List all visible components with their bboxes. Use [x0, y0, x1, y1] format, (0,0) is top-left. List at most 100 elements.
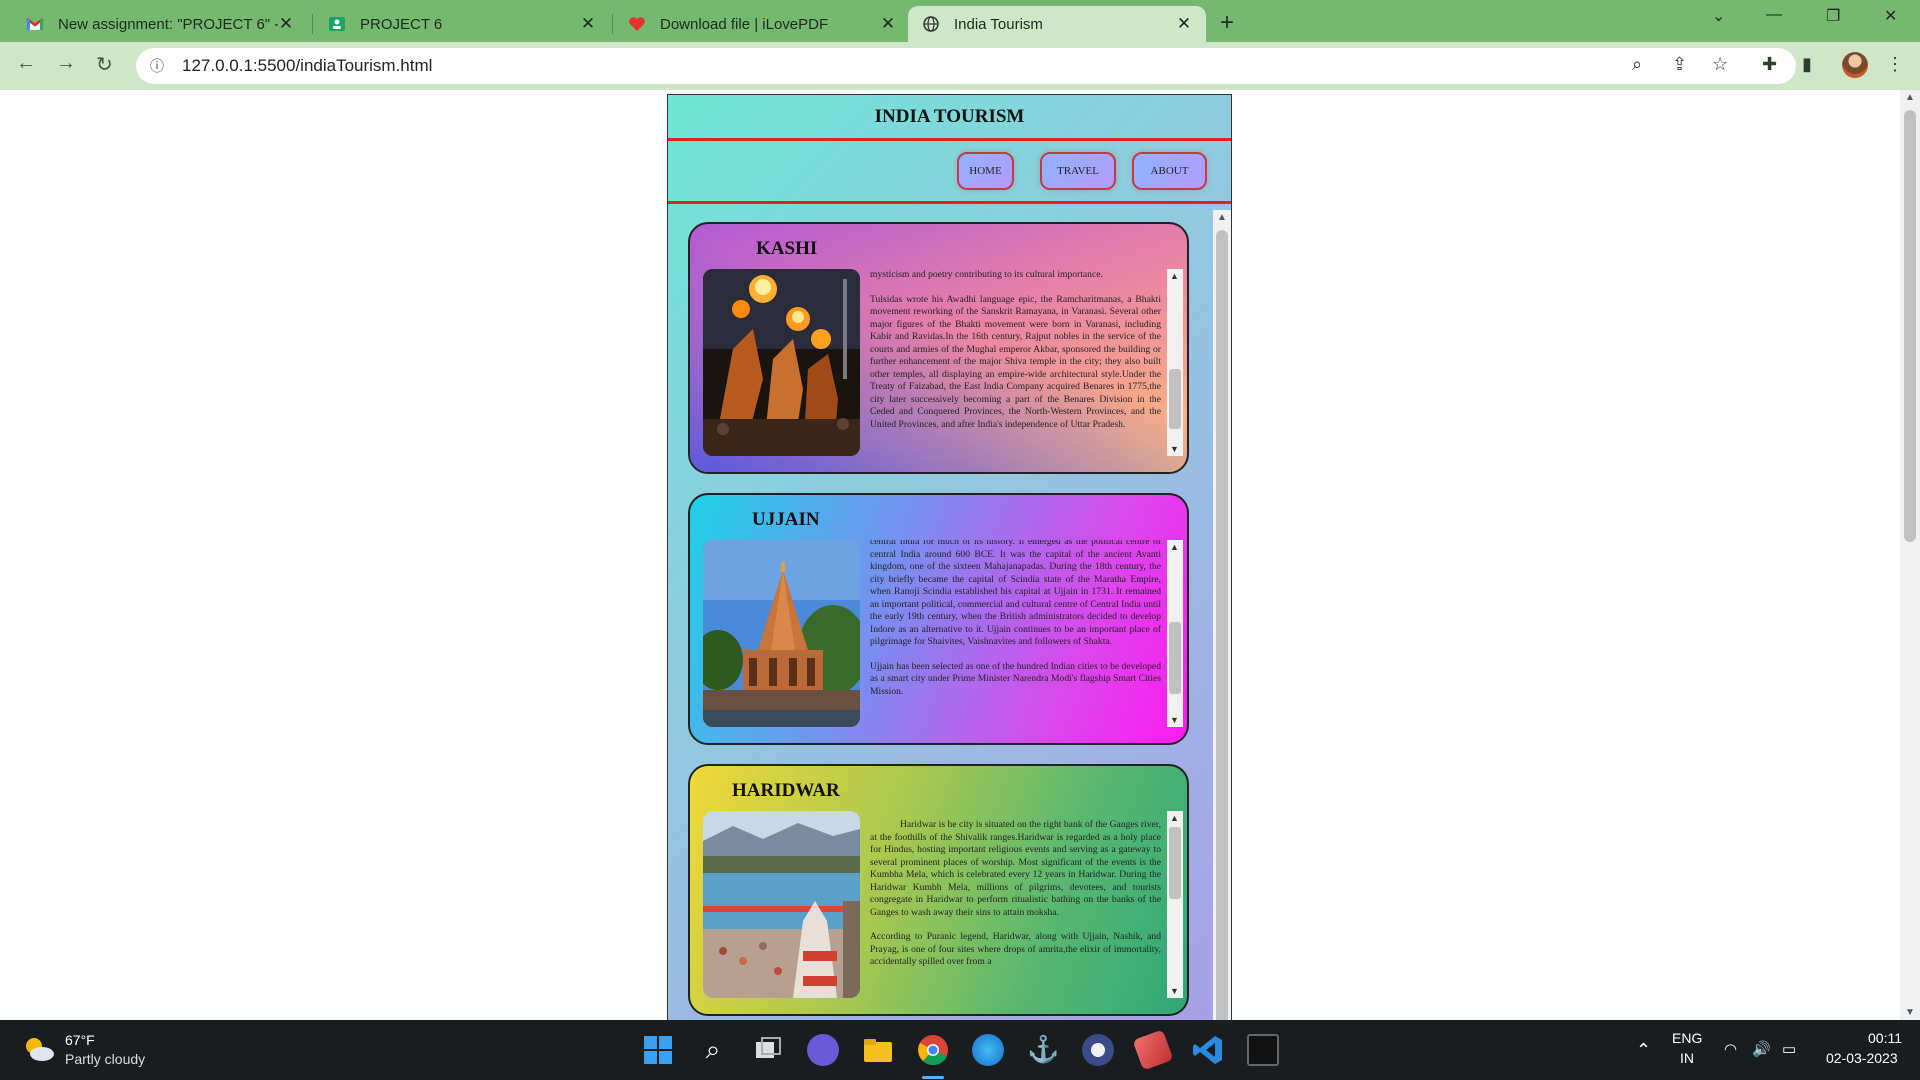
url-text[interactable]: 127.0.0.1:5500/indiaTourism.html	[182, 56, 432, 76]
nav-about-button[interactable]: ABOUT	[1132, 152, 1207, 190]
tab-gmail[interactable]: New assignment: "PROJECT 6" - I ✕	[12, 6, 308, 42]
eraser-app-icon[interactable]	[1132, 1029, 1174, 1071]
scrollbar-thumb[interactable]	[1904, 110, 1916, 542]
task-view-icon[interactable]	[752, 1034, 784, 1066]
scrollbar-thumb[interactable]	[1216, 230, 1228, 1033]
restore-icon[interactable]: ❐	[1826, 6, 1840, 26]
battery-icon[interactable]: ▭	[1782, 1040, 1796, 1058]
edge-icon[interactable]	[972, 1034, 1004, 1066]
minimize-icon[interactable]: —	[1766, 6, 1782, 24]
vscode-icon[interactable]	[1192, 1034, 1224, 1066]
scrollbar-thumb[interactable]	[1169, 827, 1181, 899]
nav-travel-button[interactable]: TRAVEL	[1040, 152, 1116, 190]
page-scrollbar[interactable]: ▲ ▼	[1900, 90, 1920, 1020]
tab-search-icon[interactable]: ⌄	[1712, 6, 1725, 26]
site-nav: HOME TRAVEL ABOUT	[668, 141, 1231, 204]
terminal-icon[interactable]	[1247, 1034, 1279, 1066]
tab-label: New assignment: "PROJECT 6" - I	[58, 15, 278, 33]
ujjain-photo	[703, 540, 860, 727]
close-icon[interactable]: ✕	[1176, 14, 1192, 34]
card-paragraph: Haridwar is he city is situated on the r…	[870, 819, 1161, 918]
close-icon[interactable]: ✕	[580, 14, 596, 34]
windows-start-icon[interactable]	[642, 1034, 674, 1066]
search-icon[interactable]: ⌕	[697, 1034, 729, 1066]
scroll-up-icon[interactable]: ▲	[1170, 813, 1179, 823]
tab-label: India Tourism	[954, 15, 1043, 33]
profile-avatar[interactable]	[1842, 52, 1868, 78]
card-paragraph: Ujjain has been selected as one of the h…	[870, 660, 1161, 697]
address-bar[interactable]: ⓘ 127.0.0.1:5500/indiaTourism.html	[136, 48, 1796, 84]
site-title: INDIA TOURISM	[874, 105, 1025, 127]
wifi-icon[interactable]: ◠	[1724, 1040, 1737, 1058]
tab-ilovepdf[interactable]: Download file | iLovePDF ✕	[614, 6, 910, 42]
card-title: HARIDWAR	[732, 780, 840, 801]
language-label[interactable]: ENG	[1672, 1030, 1702, 1046]
scroll-down-icon[interactable]: ▼	[1170, 986, 1179, 996]
side-panel-icon[interactable]: ▮	[1802, 54, 1812, 75]
tab-india-tourism[interactable]: India Tourism ✕	[908, 6, 1206, 42]
eclipse-icon[interactable]	[1082, 1034, 1114, 1066]
nav-home-button[interactable]: HOME	[957, 152, 1014, 190]
window-close-icon[interactable]: ✕	[1884, 6, 1897, 26]
destination-card-haridwar: HARIDWAR Haridwar is he city is situated…	[688, 764, 1189, 1016]
classroom-icon	[328, 15, 346, 33]
card-title: UJJAIN	[752, 509, 820, 530]
card-description: central India for much of its history. I…	[870, 540, 1163, 727]
description-scrollbar[interactable]: ▲ ▼	[1167, 269, 1183, 456]
new-tab-icon[interactable]: +	[1220, 9, 1234, 37]
browser-chrome: New assignment: "PROJECT 6" - I ✕ PROJEC…	[0, 0, 1920, 90]
close-icon[interactable]: ✕	[880, 14, 896, 34]
weather-desc[interactable]: Partly cloudy	[65, 1051, 145, 1067]
app-store-icon[interactable]: ⚓	[1027, 1034, 1059, 1066]
site-info-icon[interactable]: ⓘ	[150, 56, 170, 76]
card-paragraph: According to Puranic legend, Haridwar, a…	[870, 931, 1161, 967]
description-scrollbar[interactable]: ▲ ▼	[1167, 540, 1183, 727]
card-paragraph: central India for much of its history. I…	[870, 540, 1161, 647]
clock-date[interactable]: 02-03-2023	[1826, 1050, 1898, 1066]
content-area: ▲ KASHI mysticism and poetry contributin…	[668, 210, 1231, 1033]
scroll-up-icon[interactable]: ▲	[1217, 212, 1227, 223]
forward-icon[interactable]: →	[56, 52, 76, 75]
scrollbar-thumb[interactable]	[1169, 622, 1181, 694]
gmail-icon	[26, 15, 44, 33]
card-paragraph: Tulsidas wrote his Awadhi language epic,…	[870, 293, 1161, 430]
chevron-up-icon[interactable]: ⌃	[1636, 1040, 1651, 1061]
windows-taskbar: 67°F Partly cloudy ⌕ ⚓ ⌃ ENG IN ◠ 🔊 ▭ 00…	[0, 1020, 1920, 1080]
description-scrollbar[interactable]: ▲ ▼	[1167, 811, 1183, 998]
scrollbar-thumb[interactable]	[1169, 369, 1181, 429]
bookmark-star-icon[interactable]: ☆	[1712, 54, 1728, 75]
card-paragraph: mysticism and poetry contributing to its…	[870, 269, 1103, 280]
haridwar-photo	[703, 811, 860, 998]
region-label[interactable]: IN	[1680, 1050, 1694, 1066]
clock-time[interactable]: 00:11	[1868, 1030, 1902, 1046]
scroll-down-icon[interactable]: ▼	[1905, 1007, 1915, 1018]
back-icon[interactable]: ←	[16, 52, 36, 75]
tab-label: Download file | iLovePDF	[660, 15, 829, 33]
scroll-up-icon[interactable]: ▲	[1170, 542, 1179, 552]
share-icon[interactable]: ⇪	[1672, 54, 1687, 75]
scroll-up-icon[interactable]: ▲	[1170, 271, 1179, 281]
file-explorer-icon[interactable]	[862, 1034, 894, 1066]
partly-cloudy-icon[interactable]	[22, 1034, 56, 1064]
tab-separator	[312, 14, 313, 34]
tourism-page: INDIA TOURISM HOME TRAVEL ABOUT ▲ KASHI	[667, 94, 1232, 1034]
browser-toolbar: ← → ↻ ⓘ 127.0.0.1:5500/indiaTourism.html…	[0, 42, 1920, 90]
tab-strip: New assignment: "PROJECT 6" - I ✕ PROJEC…	[0, 0, 1920, 42]
scroll-down-icon[interactable]: ▼	[1170, 444, 1179, 454]
card-description: mysticism and poetry contributing to its…	[870, 269, 1163, 456]
content-scrollbar[interactable]: ▲	[1213, 210, 1231, 1033]
close-icon[interactable]: ✕	[278, 14, 294, 34]
scroll-up-icon[interactable]: ▲	[1905, 92, 1915, 103]
volume-icon[interactable]: 🔊	[1752, 1040, 1771, 1058]
reload-icon[interactable]: ↻	[96, 52, 113, 77]
weather-temp[interactable]: 67°F	[65, 1032, 95, 1048]
menu-icon[interactable]: ⋮	[1886, 54, 1904, 75]
teams-chat-icon[interactable]	[807, 1034, 839, 1066]
chrome-icon[interactable]	[917, 1034, 949, 1066]
scroll-down-icon[interactable]: ▼	[1170, 715, 1179, 725]
tab-classroom[interactable]: PROJECT 6 ✕	[314, 6, 610, 42]
ilovepdf-icon	[628, 15, 646, 33]
zoom-icon[interactable]: ⌕	[1632, 54, 1642, 75]
extensions-icon[interactable]: ✚	[1762, 54, 1777, 75]
globe-icon	[922, 15, 940, 33]
